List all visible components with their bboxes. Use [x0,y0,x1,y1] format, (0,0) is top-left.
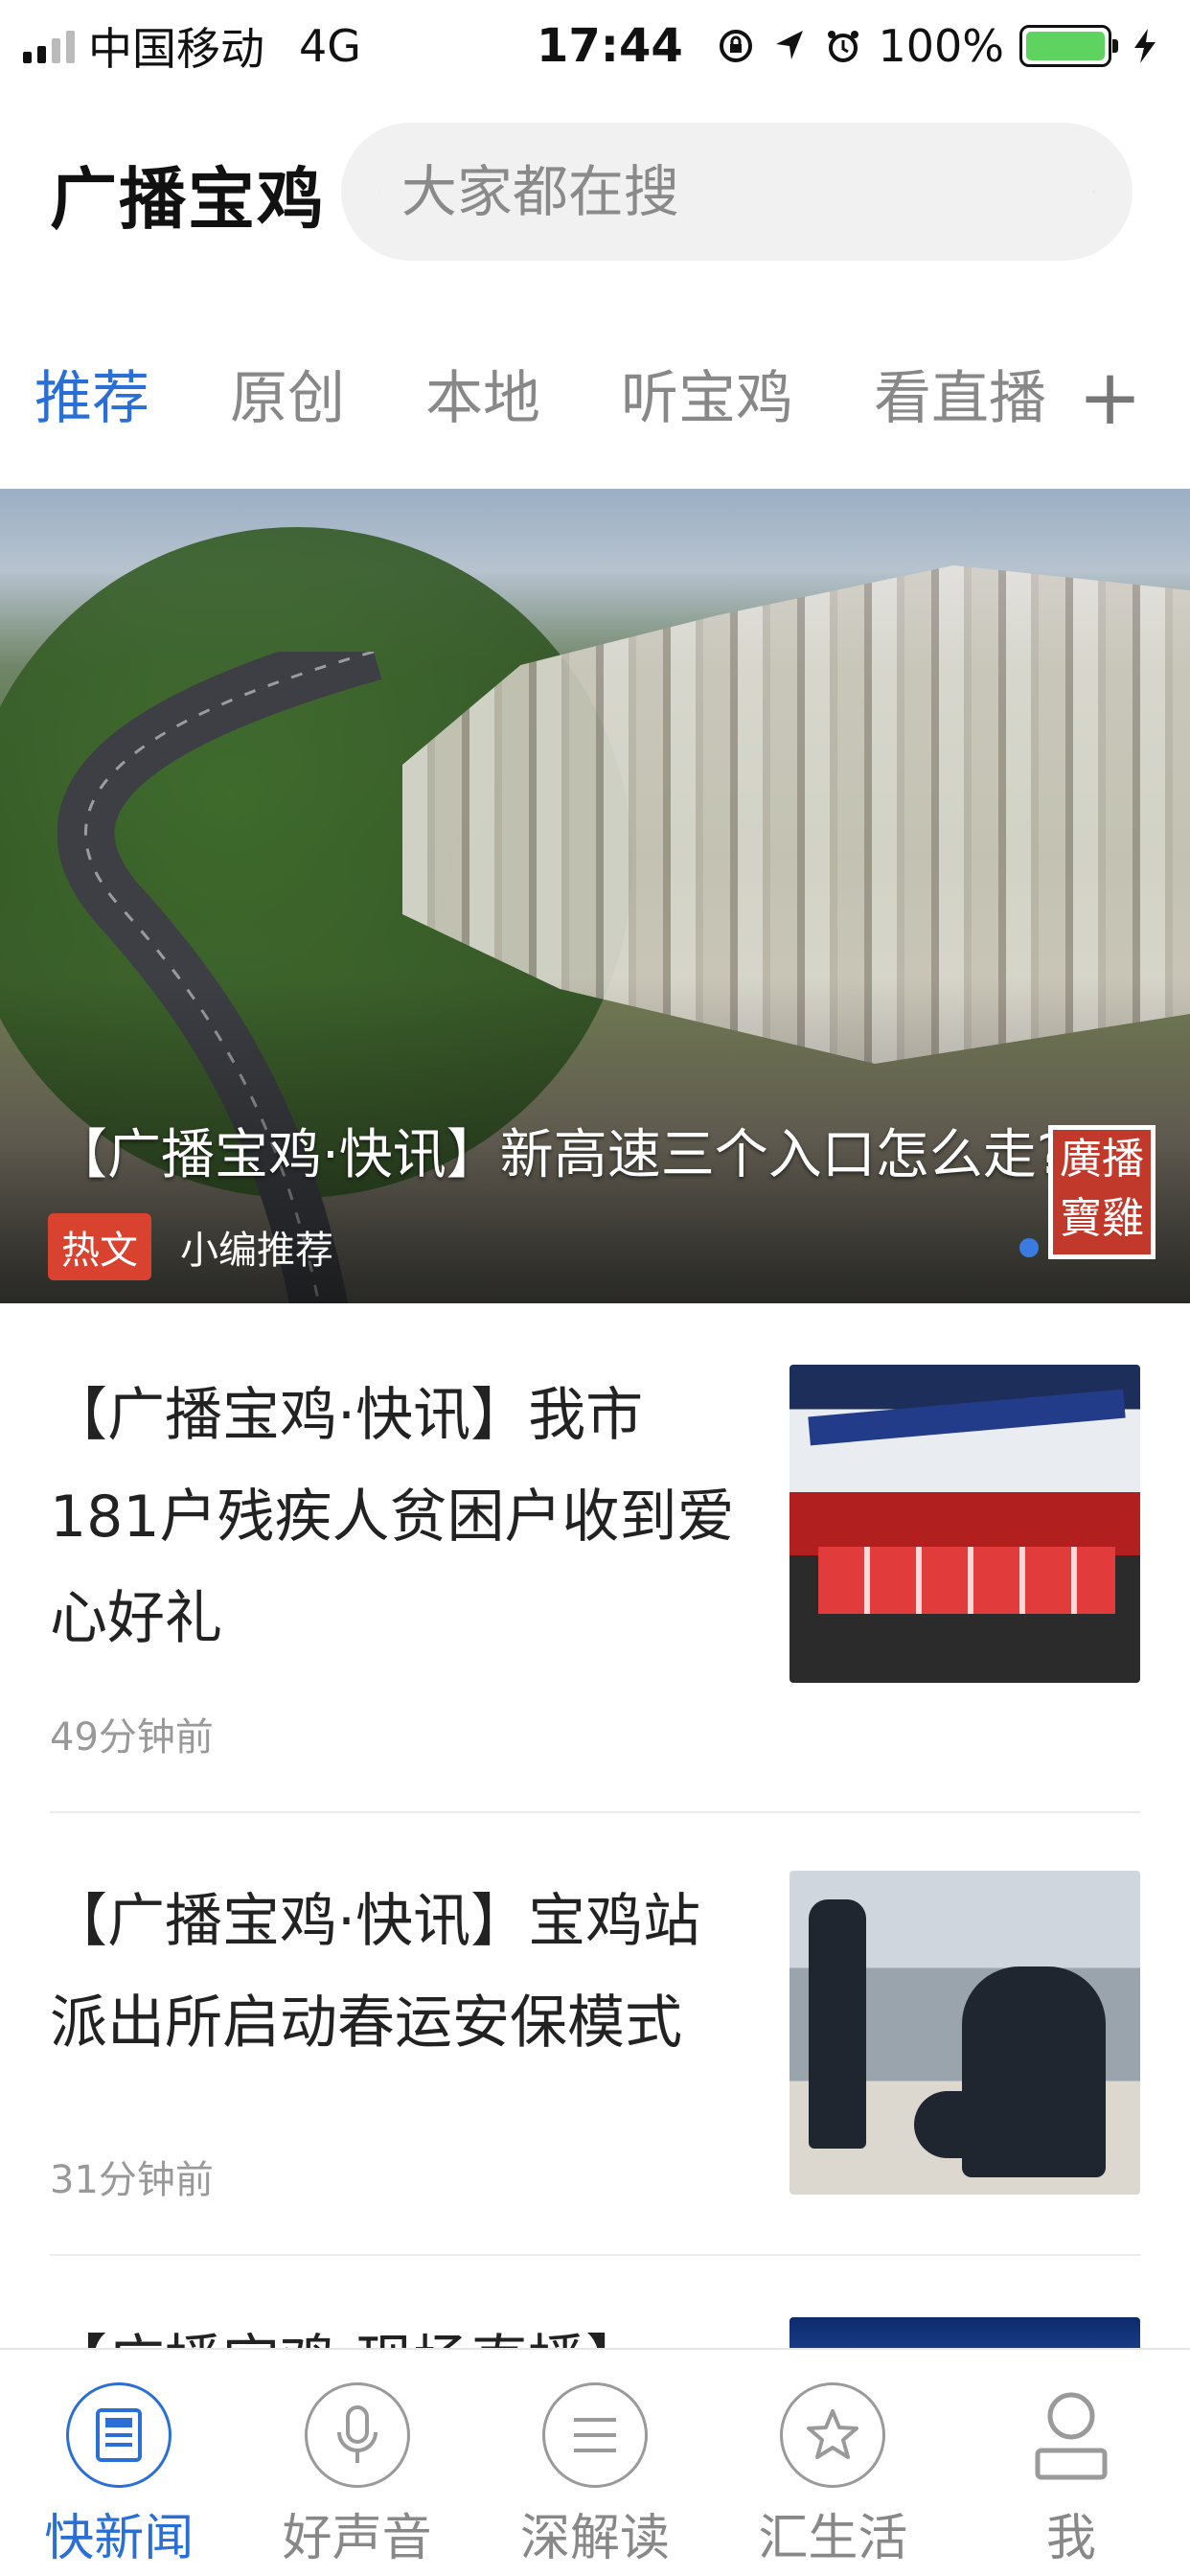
tabbar-item-analysis[interactable]: 深解读 [476,2350,714,2576]
news-title[interactable]: 【广播宝鸡·现场直播】 [50,2317,740,2348]
news-title[interactable]: 【广播宝鸡·快讯】我市181户残疾人贫困户收到爱心好礼 [50,1365,740,1669]
rotation-lock-icon [720,30,753,62]
search-bar[interactable] [341,123,1133,261]
tab-recommend[interactable]: 推荐 [34,352,149,435]
carrier-label: 中国移动 [88,23,264,75]
alarm-icon [828,31,859,62]
hot-badge: 热文 [48,1213,151,1280]
search-icon [379,191,380,193]
tabbar-item-life[interactable]: 汇生活 [714,2350,951,2576]
star-icon [780,2382,886,2488]
broadcast-seal-logo: 廣播 寶雞 [1048,1125,1156,1259]
tab-listen-baoji[interactable]: 听宝鸡 [621,352,793,435]
news-thumbnail[interactable] [790,1365,1140,1683]
hero-banner[interactable]: 【广播宝鸡·快讯】新高速三个入口怎么走? 热文 小编推荐 廣播 寶雞 [0,489,1190,1303]
location-icon [776,31,804,59]
news-icon [66,2382,172,2488]
category-tabs: 推荐 原创 本地 听宝鸡 看直播 + [0,345,1190,442]
scan-icon[interactable] [1092,161,1094,222]
news-item[interactable]: 【广播宝鸡·快讯】我市181户残疾人贫困户收到爱心好礼 49分钟前 [50,1365,1140,1760]
news-title[interactable]: 【广播宝鸡·快讯】宝鸡站派出所启动春运安保模式 [50,1871,740,2074]
tabbar-item-voice[interactable]: 好声音 [238,2350,475,2576]
tabbar-label: 汇生活 [758,2510,908,2567]
news-item[interactable]: 【广播宝鸡·现场直播】 [50,2317,1140,2348]
hero-title[interactable]: 【广播宝鸡·快讯】新高速三个入口怎么走? [54,1112,1065,1189]
network-label: 4G [299,20,361,72]
battery-percent: 100% [878,20,1004,72]
battery-icon [1019,25,1118,67]
tab-original[interactable]: 原创 [230,352,345,435]
editor-recommend-label: 小编推荐 [180,1229,333,1273]
status-bar: 中国移动 4G 17:44 100% [0,0,1190,92]
microphone-icon [304,2382,410,2488]
news-thumbnail[interactable] [790,2317,1140,2348]
status-right: 100% [717,20,1165,72]
carousel-indicator [1019,1238,1039,1257]
charging-icon [1134,29,1156,63]
tab-live[interactable]: 看直播 [874,352,1046,435]
list-icon [542,2382,649,2488]
tab-local[interactable]: 本地 [425,352,540,435]
tabbar-item-news[interactable]: 快新闻 [0,2350,238,2576]
signal-icon [23,29,75,63]
divider [50,2254,1140,2256]
hero-meta: 热文 小编推荐 [48,1213,333,1280]
news-item[interactable]: 【广播宝鸡·快讯】宝鸡站派出所启动春运安保模式 31分钟前 [50,1871,1140,2202]
news-thumbnail[interactable] [790,1871,1140,2195]
app-title: 广播宝鸡 [50,160,326,239]
tabbar-label: 我 [1045,2510,1096,2567]
divider [50,1811,1140,1813]
person-icon [1018,2382,1124,2488]
tabbar-label: 深解读 [520,2510,671,2567]
news-time: 31分钟前 [50,2158,214,2202]
clock: 17:44 [537,19,683,73]
tabbar-label: 快新闻 [44,2510,195,2567]
search-input[interactable] [400,159,1093,224]
bottom-tab-bar: 快新闻 好声音 深解读 汇生活 我 [0,2348,1190,2576]
tabbar-item-me[interactable]: 我 [952,2350,1190,2576]
news-time: 49分钟前 [50,1715,214,1760]
tabbar-label: 好声音 [282,2510,432,2567]
add-tab-button[interactable]: + [1078,353,1142,442]
header: 广播宝鸡 [0,115,1190,268]
